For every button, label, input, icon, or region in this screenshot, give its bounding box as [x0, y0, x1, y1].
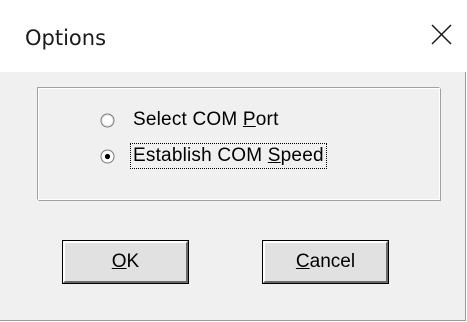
- ok-mnemonic: O: [111, 251, 127, 272]
- cancel-button[interactable]: Cancel: [262, 240, 389, 284]
- ok-label: K: [126, 251, 140, 272]
- radio-button-icon[interactable]: [100, 113, 115, 128]
- cancel-label: ancel: [309, 251, 356, 272]
- radio-label-establish-com-speed: Establish COM Speed: [130, 143, 327, 169]
- radio-button-selected-icon[interactable]: [100, 149, 115, 164]
- close-icon: [431, 24, 452, 45]
- cancel-mnemonic: C: [295, 251, 310, 272]
- ok-button[interactable]: OK: [62, 240, 189, 284]
- radio-label-select-com-port: Select COM Port: [133, 109, 279, 130]
- dialog-title: Options: [25, 26, 107, 50]
- close-button[interactable]: [418, 12, 462, 56]
- options-dialog: Options Select COM Port Establish COM Sp…: [0, 0, 466, 321]
- title-bar: Options: [0, 0, 466, 72]
- radio-establish-com-speed[interactable]: Establish COM Speed: [100, 142, 327, 170]
- radio-select-com-port[interactable]: Select COM Port: [100, 106, 281, 134]
